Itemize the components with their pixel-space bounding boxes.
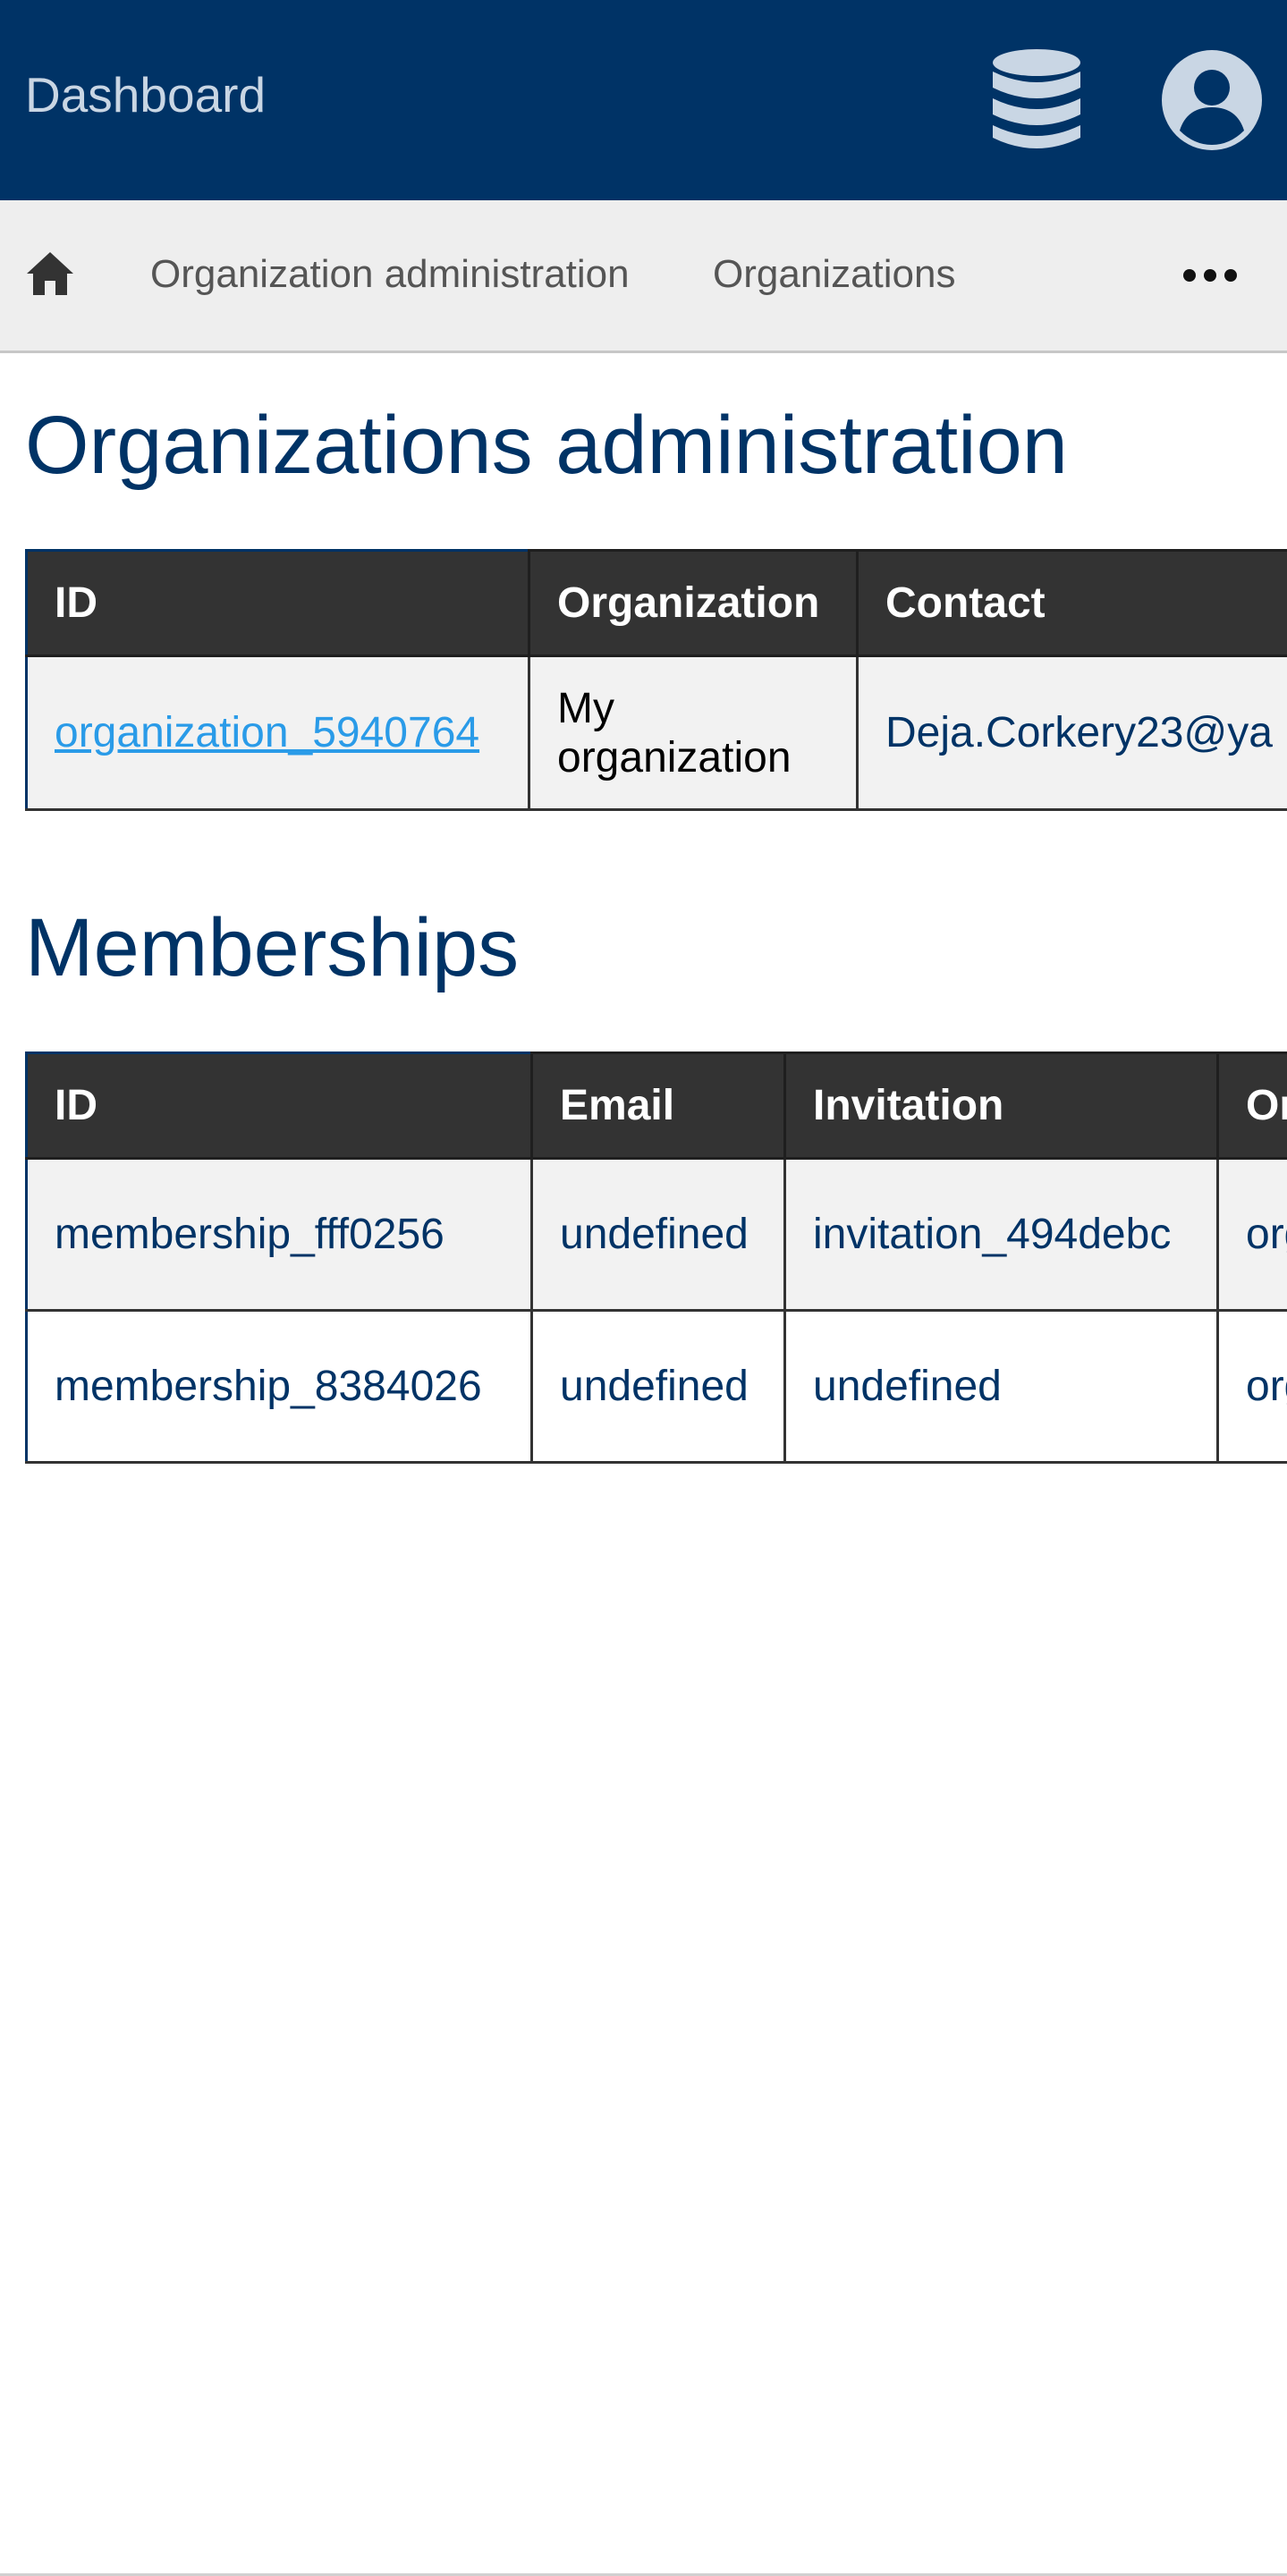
organization-name-cell: My organization bbox=[528, 655, 859, 811]
table-row: membership_8384026 undefined undefined o… bbox=[25, 1309, 1287, 1464]
membership-invitation-cell: undefined bbox=[783, 1309, 1219, 1464]
membership-organization-cell: org bbox=[1216, 1309, 1287, 1464]
column-header-email: Email bbox=[530, 1052, 786, 1160]
memberships-table: ID Email Invitation Or membership_fff025… bbox=[25, 1052, 1287, 1464]
organizations-table: ID Organization Contact organization_594… bbox=[25, 549, 1287, 811]
table-row: organization_5940764 My organization Dej… bbox=[25, 655, 1287, 811]
membership-id-cell: membership_fff0256 bbox=[25, 1157, 533, 1312]
membership-id-cell: membership_8384026 bbox=[25, 1309, 533, 1464]
organization-contact-cell: Deja.Corkery23@ya bbox=[856, 655, 1287, 811]
page-title: Organizations administration bbox=[25, 400, 1068, 491]
column-header-invitation: Invitation bbox=[783, 1052, 1219, 1160]
breadcrumb-item-organizations[interactable]: Organizations bbox=[713, 250, 955, 299]
database-icon[interactable] bbox=[991, 48, 1082, 152]
organization-id-cell: organization_5940764 bbox=[25, 655, 530, 811]
memberships-heading: Memberships bbox=[25, 902, 520, 993]
column-header-organization: Or bbox=[1216, 1052, 1287, 1160]
user-circle-icon[interactable] bbox=[1160, 48, 1264, 152]
table-row: membership_fff0256 undefined invitation_… bbox=[25, 1157, 1287, 1312]
top-navbar: Dashboard bbox=[0, 0, 1287, 200]
more-horizontal-icon[interactable] bbox=[1179, 247, 1241, 300]
column-header-organization: Organization bbox=[528, 549, 859, 657]
membership-email-cell: undefined bbox=[530, 1157, 786, 1312]
organization-id-link[interactable]: organization_5940764 bbox=[55, 709, 479, 756]
column-header-contact: Contact bbox=[856, 549, 1287, 657]
membership-invitation-cell: invitation_494debc bbox=[783, 1157, 1219, 1312]
column-header-id: ID bbox=[25, 549, 530, 657]
home-icon[interactable] bbox=[23, 247, 77, 300]
column-header-id: ID bbox=[25, 1052, 533, 1160]
membership-email-cell: undefined bbox=[530, 1309, 786, 1464]
membership-organization-cell: org bbox=[1216, 1157, 1287, 1312]
breadcrumb: Organization administration Organization… bbox=[0, 200, 1287, 353]
breadcrumb-item-organization-administration[interactable]: Organization administration bbox=[150, 250, 630, 299]
dashboard-link[interactable]: Dashboard bbox=[25, 68, 266, 122]
